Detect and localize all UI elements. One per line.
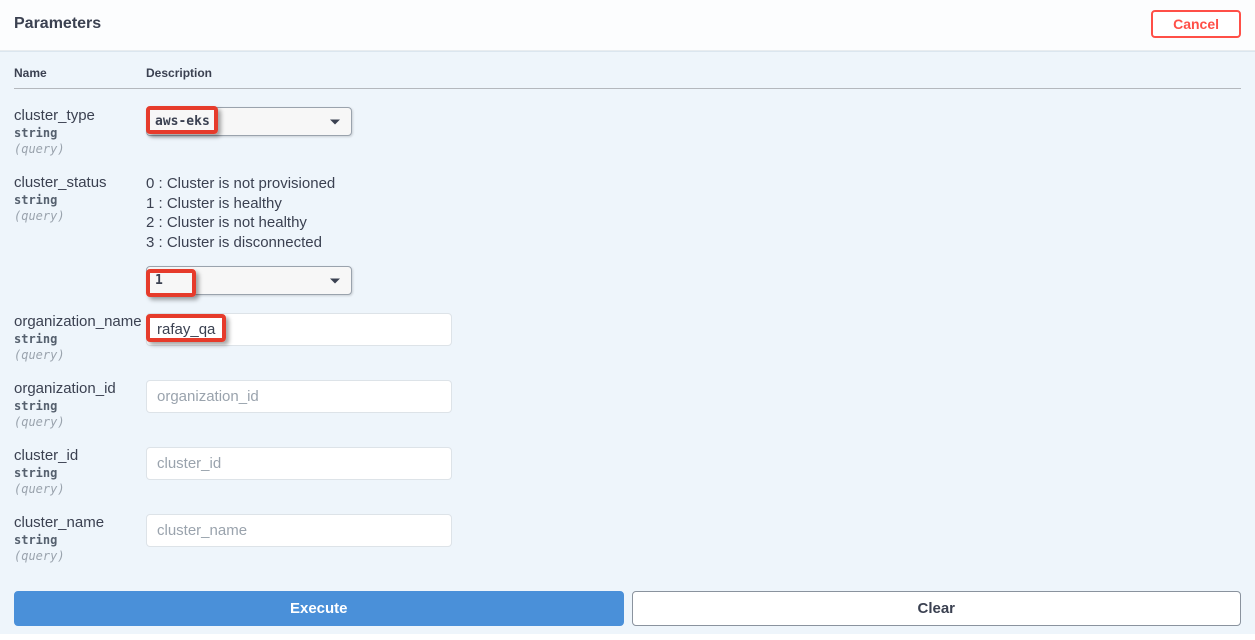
param-name: cluster_status bbox=[14, 174, 146, 191]
param-in: (query) bbox=[14, 209, 146, 223]
execute-button[interactable]: Execute bbox=[14, 591, 624, 626]
cluster-type-select[interactable]: aws-eks bbox=[146, 107, 352, 136]
col-header-name: Name bbox=[14, 66, 146, 80]
action-button-row: Execute Clear bbox=[14, 591, 1241, 626]
clear-button[interactable]: Clear bbox=[632, 591, 1242, 626]
panel-header: Parameters Cancel bbox=[0, 0, 1255, 51]
organization-name-input[interactable] bbox=[146, 313, 452, 346]
param-type: string bbox=[14, 533, 146, 547]
status-line: 1 : Cluster is healthy bbox=[146, 194, 352, 214]
param-name: cluster_name bbox=[14, 514, 146, 531]
param-in: (query) bbox=[14, 348, 146, 362]
col-header-description: Description bbox=[146, 66, 1241, 80]
panel-body: Name Description cluster_type string (qu… bbox=[0, 51, 1255, 634]
param-type: string bbox=[14, 193, 146, 207]
param-in: (query) bbox=[14, 549, 146, 563]
cluster-id-input[interactable] bbox=[146, 447, 452, 480]
param-row-cluster-name: cluster_name string (query) bbox=[14, 496, 1241, 563]
param-type: string bbox=[14, 399, 146, 413]
param-row-organization-name: organization_name string (query) bbox=[14, 295, 1241, 362]
param-in: (query) bbox=[14, 415, 146, 429]
panel-title: Parameters bbox=[14, 15, 101, 33]
organization-id-input[interactable] bbox=[146, 380, 452, 413]
cancel-button[interactable]: Cancel bbox=[1151, 10, 1241, 38]
param-type: string bbox=[14, 332, 146, 346]
param-row-cluster-id: cluster_id string (query) bbox=[14, 429, 1241, 496]
param-row-cluster-status: cluster_status string (query) 0 : Cluste… bbox=[14, 156, 1241, 295]
param-in: (query) bbox=[14, 142, 146, 156]
param-in: (query) bbox=[14, 482, 146, 496]
status-line: 3 : Cluster is disconnected bbox=[146, 233, 352, 253]
param-row-organization-id: organization_id string (query) bbox=[14, 362, 1241, 429]
param-type: string bbox=[14, 466, 146, 480]
param-name: cluster_type bbox=[14, 107, 146, 124]
param-row-cluster-type: cluster_type string (query) aws-eks bbox=[14, 89, 1241, 156]
param-type: string bbox=[14, 126, 146, 140]
param-name: cluster_id bbox=[14, 447, 146, 464]
cluster-name-input[interactable] bbox=[146, 514, 452, 547]
cluster-status-select[interactable]: 1 bbox=[146, 266, 352, 295]
status-line: 2 : Cluster is not healthy bbox=[146, 213, 352, 233]
params-table-header: Name Description bbox=[14, 66, 1241, 89]
param-name: organization_id bbox=[14, 380, 146, 397]
param-name: organization_name bbox=[14, 313, 146, 330]
cluster-status-description: 0 : Cluster is not provisioned 1 : Clust… bbox=[146, 174, 352, 252]
status-line: 0 : Cluster is not provisioned bbox=[146, 174, 352, 194]
